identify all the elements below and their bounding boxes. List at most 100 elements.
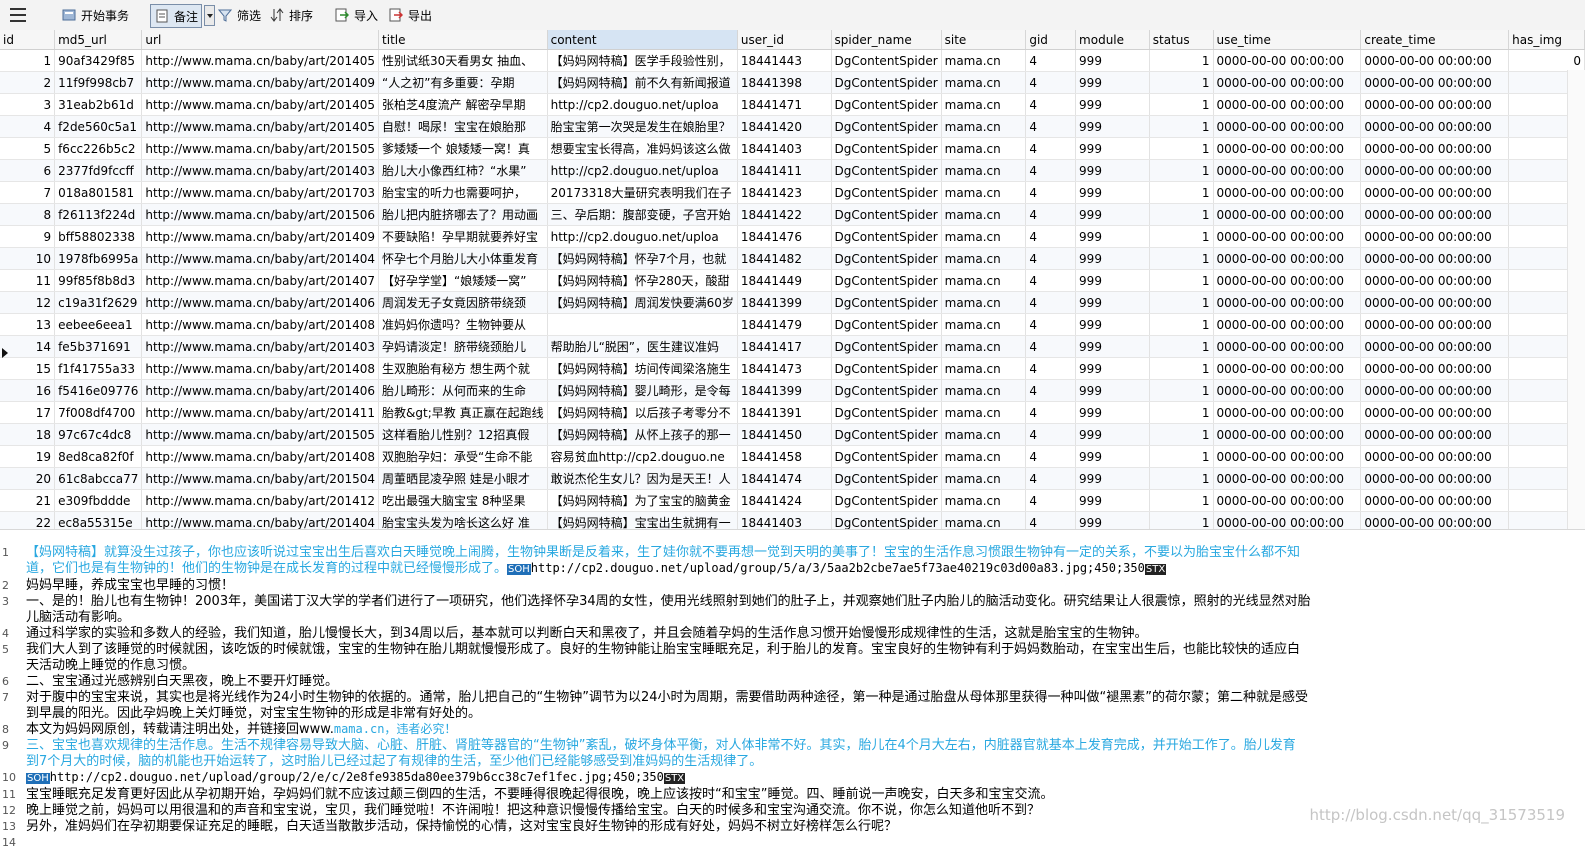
cell-status[interactable]: 1 <box>1149 225 1214 248</box>
cell-gid[interactable]: 4 <box>1025 357 1077 380</box>
vertical-scrollbar[interactable] <box>1567 70 1585 529</box>
cell-url[interactable]: http://www.mama.cn/baby/art/201407 <box>141 269 380 292</box>
cell-content[interactable]: 【妈妈网特稿】婴儿畸形，是令每 <box>547 379 738 402</box>
cell-user_id[interactable]: 18441422 <box>737 203 832 226</box>
cell-create_time[interactable]: 0000-00-00 00:00:00 <box>1360 203 1510 226</box>
cell-md5_url[interactable]: 7f008df4700 <box>54 401 143 424</box>
cell-status[interactable]: 1 <box>1149 269 1214 292</box>
cell-create_time[interactable]: 0000-00-00 00:00:00 <box>1360 511 1510 529</box>
cell-use_time[interactable]: 0000-00-00 00:00:00 <box>1213 269 1362 292</box>
cell-title[interactable]: 胎宝宝头发为啥长这么好 准 <box>378 511 548 529</box>
cell-md5_url[interactable]: 018a801581 <box>54 181 143 204</box>
cell-id[interactable]: 1 <box>0 49 56 72</box>
cell-title[interactable]: 【好孕学堂】“娘矮矮一窝” <box>378 269 548 292</box>
cell-user_id[interactable]: 18441398 <box>737 71 832 94</box>
cell-user_id[interactable]: 18441417 <box>737 335 832 358</box>
cell-create_time[interactable]: 0000-00-00 00:00:00 <box>1360 291 1510 314</box>
column-header-user_id[interactable]: user_id <box>737 30 832 50</box>
cell-create_time[interactable]: 0000-00-00 00:00:00 <box>1360 49 1510 72</box>
cell-site[interactable]: mama.cn <box>941 159 1027 182</box>
cell-spider_name[interactable]: DgContentSpider <box>831 159 942 182</box>
cell-site[interactable]: mama.cn <box>941 93 1027 116</box>
cell-spider_name[interactable]: DgContentSpider <box>831 489 942 512</box>
cell-gid[interactable]: 4 <box>1025 291 1077 314</box>
cell-use_time[interactable]: 0000-00-00 00:00:00 <box>1213 225 1362 248</box>
cell-module[interactable]: 999 <box>1075 181 1150 204</box>
cell-use_time[interactable]: 0000-00-00 00:00:00 <box>1213 291 1362 314</box>
menu-icon[interactable] <box>10 8 26 22</box>
cell-user_id[interactable]: 18441420 <box>737 115 832 138</box>
cell-spider_name[interactable]: DgContentSpider <box>831 93 942 116</box>
cell-site[interactable]: mama.cn <box>941 467 1027 490</box>
cell-url[interactable]: http://www.mama.cn/baby/art/201405 <box>141 115 380 138</box>
cell-url[interactable]: http://www.mama.cn/baby/art/201409 <box>141 71 380 94</box>
cell-gid[interactable]: 4 <box>1025 71 1077 94</box>
cell-content[interactable]: 【妈妈网特稿】怀孕280天，酸甜 <box>547 269 738 292</box>
cell-content[interactable]: http://cp2.douguo.net/uploa <box>547 225 738 248</box>
cell-status[interactable]: 1 <box>1149 49 1214 72</box>
cell-site[interactable]: mama.cn <box>941 379 1027 402</box>
table-row[interactable]: 3 31eab2b61d http://www.mama.cn/baby/art/2… <box>0 93 1585 116</box>
cell-site[interactable]: mama.cn <box>941 71 1027 94</box>
cell-create_time[interactable]: 0000-00-00 00:00:00 <box>1360 401 1510 424</box>
cell-create_time[interactable]: 0000-00-00 00:00:00 <box>1360 467 1510 490</box>
cell-use_time[interactable]: 0000-00-00 00:00:00 <box>1213 489 1362 512</box>
cell-gid[interactable]: 4 <box>1025 423 1077 446</box>
cell-md5_url[interactable]: 8ed8ca82f0f <box>54 445 143 468</box>
cell-id[interactable]: 19 <box>0 445 56 468</box>
cell-url[interactable]: http://www.mama.cn/baby/art/201408 <box>141 357 380 380</box>
cell-content[interactable]: 20173318大量研究表明我们在子 <box>547 181 738 204</box>
cell-md5_url[interactable]: 2377fd9fccff <box>54 159 143 182</box>
cell-md5_url[interactable]: ec8a55315e <box>54 511 143 529</box>
cell-content[interactable]: 【妈妈网特稿】周润发快要满60岁 <box>547 291 738 314</box>
cell-url[interactable]: http://www.mama.cn/baby/art/201405 <box>141 93 380 116</box>
column-header-use_time[interactable]: use_time <box>1213 30 1362 50</box>
cell-site[interactable]: mama.cn <box>941 203 1027 226</box>
cell-content[interactable]: 【妈妈网特稿】前不久有新闻报道 <box>547 71 738 94</box>
cell-create_time[interactable]: 0000-00-00 00:00:00 <box>1360 115 1510 138</box>
table-row[interactable]: 17 7f008df4700 http://www.mama.cn/baby/art… <box>0 401 1585 424</box>
cell-gid[interactable]: 4 <box>1025 137 1077 160</box>
cell-md5_url[interactable]: 11f9f998cb7 <box>54 71 143 94</box>
cell-user_id[interactable]: 18441471 <box>737 93 832 116</box>
cell-id[interactable]: 7 <box>0 181 56 204</box>
cell-title[interactable]: 周润发无子女竟因脐带绕颈 <box>378 291 548 314</box>
cell-id[interactable]: 18 <box>0 423 56 446</box>
cell-use_time[interactable]: 0000-00-00 00:00:00 <box>1213 49 1362 72</box>
cell-site[interactable]: mama.cn <box>941 511 1027 529</box>
cell-status[interactable]: 1 <box>1149 313 1214 336</box>
table-row[interactable]: 18 97c67c4dc8 http://www.mama.cn/baby/art/… <box>0 423 1585 446</box>
cell-md5_url[interactable]: c19a31f2629 <box>54 291 143 314</box>
cell-create_time[interactable]: 0000-00-00 00:00:00 <box>1360 269 1510 292</box>
cell-gid[interactable]: 4 <box>1025 489 1077 512</box>
cell-content[interactable]: http://cp2.douguo.net/uploa <box>547 93 738 116</box>
cell-module[interactable]: 999 <box>1075 467 1150 490</box>
cell-gid[interactable]: 4 <box>1025 401 1077 424</box>
cell-url[interactable]: http://www.mama.cn/baby/art/201406 <box>141 379 380 402</box>
content-editor[interactable]: 1 【妈网特稿】就算没生过孩子，你也应该听说过宝宝出生后喜欢白天睡觉晚上闹腾，生物… <box>0 545 1585 849</box>
cell-spider_name[interactable]: DgContentSpider <box>831 115 942 138</box>
cell-title[interactable]: 孕妈请淡定！脐带绕颈胎儿 <box>378 335 548 358</box>
cell-url[interactable]: http://www.mama.cn/baby/art/201403 <box>141 159 380 182</box>
cell-md5_url[interactable]: 97c67c4dc8 <box>54 423 143 446</box>
cell-md5_url[interactable]: f2de560c5a1 <box>54 115 143 138</box>
cell-title[interactable]: 生双胞胎有秘方 想生两个就 <box>378 357 548 380</box>
cell-user_id[interactable]: 18441411 <box>737 159 832 182</box>
cell-status[interactable]: 1 <box>1149 423 1214 446</box>
cell-use_time[interactable]: 0000-00-00 00:00:00 <box>1213 401 1362 424</box>
cell-user_id[interactable]: 18441423 <box>737 181 832 204</box>
cell-id[interactable]: 9 <box>0 225 56 248</box>
filter-button[interactable]: 筛选 <box>217 4 261 26</box>
cell-title[interactable]: 爹矮矮一个 娘矮矮一窝！真 <box>378 137 548 160</box>
cell-spider_name[interactable]: DgContentSpider <box>831 71 942 94</box>
cell-use_time[interactable]: 0000-00-00 00:00:00 <box>1213 357 1362 380</box>
cell-id[interactable]: 10 <box>0 247 56 270</box>
cell-url[interactable]: http://www.mama.cn/baby/art/201405 <box>141 49 380 72</box>
cell-md5_url[interactable]: 61c8abcca77 <box>54 467 143 490</box>
cell-status[interactable]: 1 <box>1149 379 1214 402</box>
cell-user_id[interactable]: 18441449 <box>737 269 832 292</box>
cell-content[interactable]: 【妈妈网特稿】医学手段验性别， <box>547 49 738 72</box>
table-row[interactable]: 8 f26113f224d http://www.mama.cn/baby/art/… <box>0 203 1585 226</box>
cell-create_time[interactable]: 0000-00-00 00:00:00 <box>1360 313 1510 336</box>
remark-button[interactable]: 备注 <box>150 4 203 28</box>
